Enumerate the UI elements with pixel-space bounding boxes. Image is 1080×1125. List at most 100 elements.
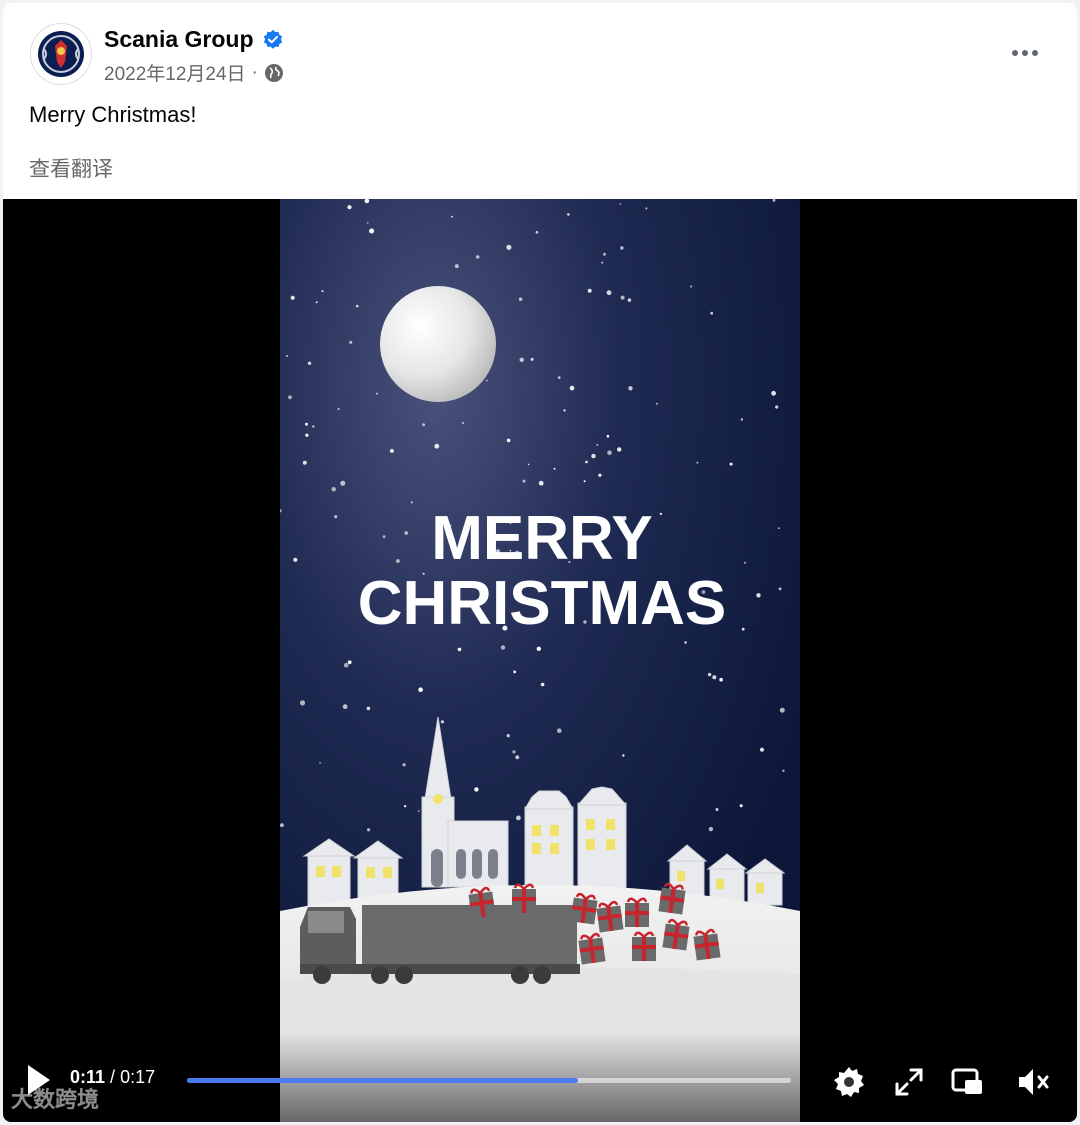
gift-box	[658, 882, 686, 915]
post-card: Scania Group 2022年12月24日 · Merry Christm…	[3, 3, 1077, 1122]
christmas-scene-illustration: MERRY CHRISTMAS	[280, 199, 800, 1122]
snowflake	[319, 762, 321, 764]
snowflake	[312, 425, 315, 428]
snowflake	[382, 535, 386, 539]
snowflake	[334, 515, 338, 519]
gift-box	[578, 932, 606, 965]
snowflake	[696, 461, 699, 464]
dot-icon	[1012, 50, 1018, 56]
snowflake	[305, 433, 309, 437]
snowflake	[583, 480, 586, 483]
snowflake	[315, 301, 318, 304]
overlay-title-line2: CHRISTMAS	[358, 569, 727, 638]
snowflake	[454, 264, 459, 269]
snowflake	[591, 453, 596, 459]
snowflake	[402, 763, 406, 767]
progress-fill	[187, 1078, 578, 1083]
snowflake	[778, 587, 782, 591]
snowflake	[756, 593, 761, 598]
snowflake	[404, 531, 408, 535]
page-name-text[interactable]: Scania Group	[104, 26, 254, 53]
snowflake	[659, 512, 663, 516]
post-header: Scania Group 2022年12月24日 · Merry Christm…	[3, 3, 1077, 203]
snowflake	[396, 559, 400, 563]
snowflake	[620, 295, 625, 300]
snowflake	[603, 252, 606, 256]
progress-bar[interactable]	[187, 1078, 791, 1083]
fullscreen-icon[interactable]	[891, 1064, 927, 1100]
snowflake	[486, 379, 488, 382]
video-frame[interactable]: MERRY CHRISTMAS	[280, 199, 800, 1122]
moon	[380, 286, 496, 402]
dot-icon	[1032, 50, 1038, 56]
snowflake	[540, 682, 545, 687]
post-date[interactable]: 2022年12月24日	[104, 59, 246, 86]
snowflake	[585, 460, 588, 464]
overlay-title-line1: MERRY	[431, 504, 653, 573]
snowflake	[557, 728, 562, 733]
snowflake	[538, 480, 544, 486]
snowflake	[779, 707, 785, 713]
snowflake	[347, 660, 352, 665]
snowflake	[569, 385, 575, 391]
snowflake	[607, 450, 612, 455]
video-player[interactable]: MERRY CHRISTMAS 大数跨境 0:11 / 0:17	[3, 199, 1077, 1122]
snowflake	[771, 390, 776, 396]
snowflake	[418, 687, 423, 692]
snowflake	[729, 462, 733, 466]
page-name[interactable]: Scania Group	[104, 26, 284, 53]
snowflake	[712, 675, 717, 680]
snowflake	[596, 443, 599, 446]
see-translation-link[interactable]: 查看翻译	[29, 153, 113, 183]
snowflake	[307, 361, 312, 365]
snowflake	[457, 647, 462, 652]
snowflake	[536, 646, 541, 651]
snowflake	[567, 213, 570, 216]
settings-icon[interactable]	[831, 1064, 867, 1100]
snowflake	[656, 402, 658, 405]
snowflake	[286, 355, 288, 357]
snowflake	[563, 409, 566, 412]
snowflake	[367, 828, 371, 832]
snowflake	[628, 386, 633, 391]
snowflake	[440, 720, 444, 724]
snowflake	[506, 244, 512, 250]
snowflake	[601, 261, 604, 264]
picture-in-picture-icon[interactable]	[949, 1064, 985, 1100]
snowflake	[451, 215, 453, 218]
snowflake	[606, 290, 612, 296]
snowflake	[684, 641, 687, 644]
snowflake	[410, 501, 413, 504]
page-avatar[interactable]	[30, 23, 92, 85]
snowflake	[741, 627, 745, 631]
snowflake	[513, 670, 517, 674]
snowflake	[434, 443, 440, 449]
more-options-button[interactable]	[1007, 39, 1043, 67]
snowflake	[506, 734, 510, 738]
snowflake	[557, 376, 561, 379]
video-time: 0:11 / 0:17	[70, 1067, 155, 1088]
snowflake	[343, 662, 349, 668]
snowflake	[619, 203, 622, 205]
snowflake	[707, 672, 712, 677]
gift-box	[468, 886, 496, 919]
snowflake	[617, 447, 622, 452]
snowflake	[321, 290, 324, 293]
snowflake	[587, 288, 592, 293]
snowflake	[522, 479, 526, 483]
snowflake	[744, 561, 746, 564]
duration: 0:17	[120, 1067, 156, 1087]
snowflake	[280, 823, 284, 828]
snowflake	[775, 405, 779, 409]
snowflake	[759, 747, 765, 752]
snowflake	[288, 395, 292, 400]
muted-speaker-icon[interactable]	[1015, 1064, 1051, 1100]
snowflake	[622, 754, 625, 757]
snowflake	[340, 480, 346, 486]
snowflake	[476, 255, 480, 259]
snowflake	[376, 392, 378, 395]
snowflake	[527, 463, 530, 466]
snowflake	[530, 357, 534, 361]
snowflake	[515, 755, 520, 760]
gift-box	[662, 918, 690, 951]
